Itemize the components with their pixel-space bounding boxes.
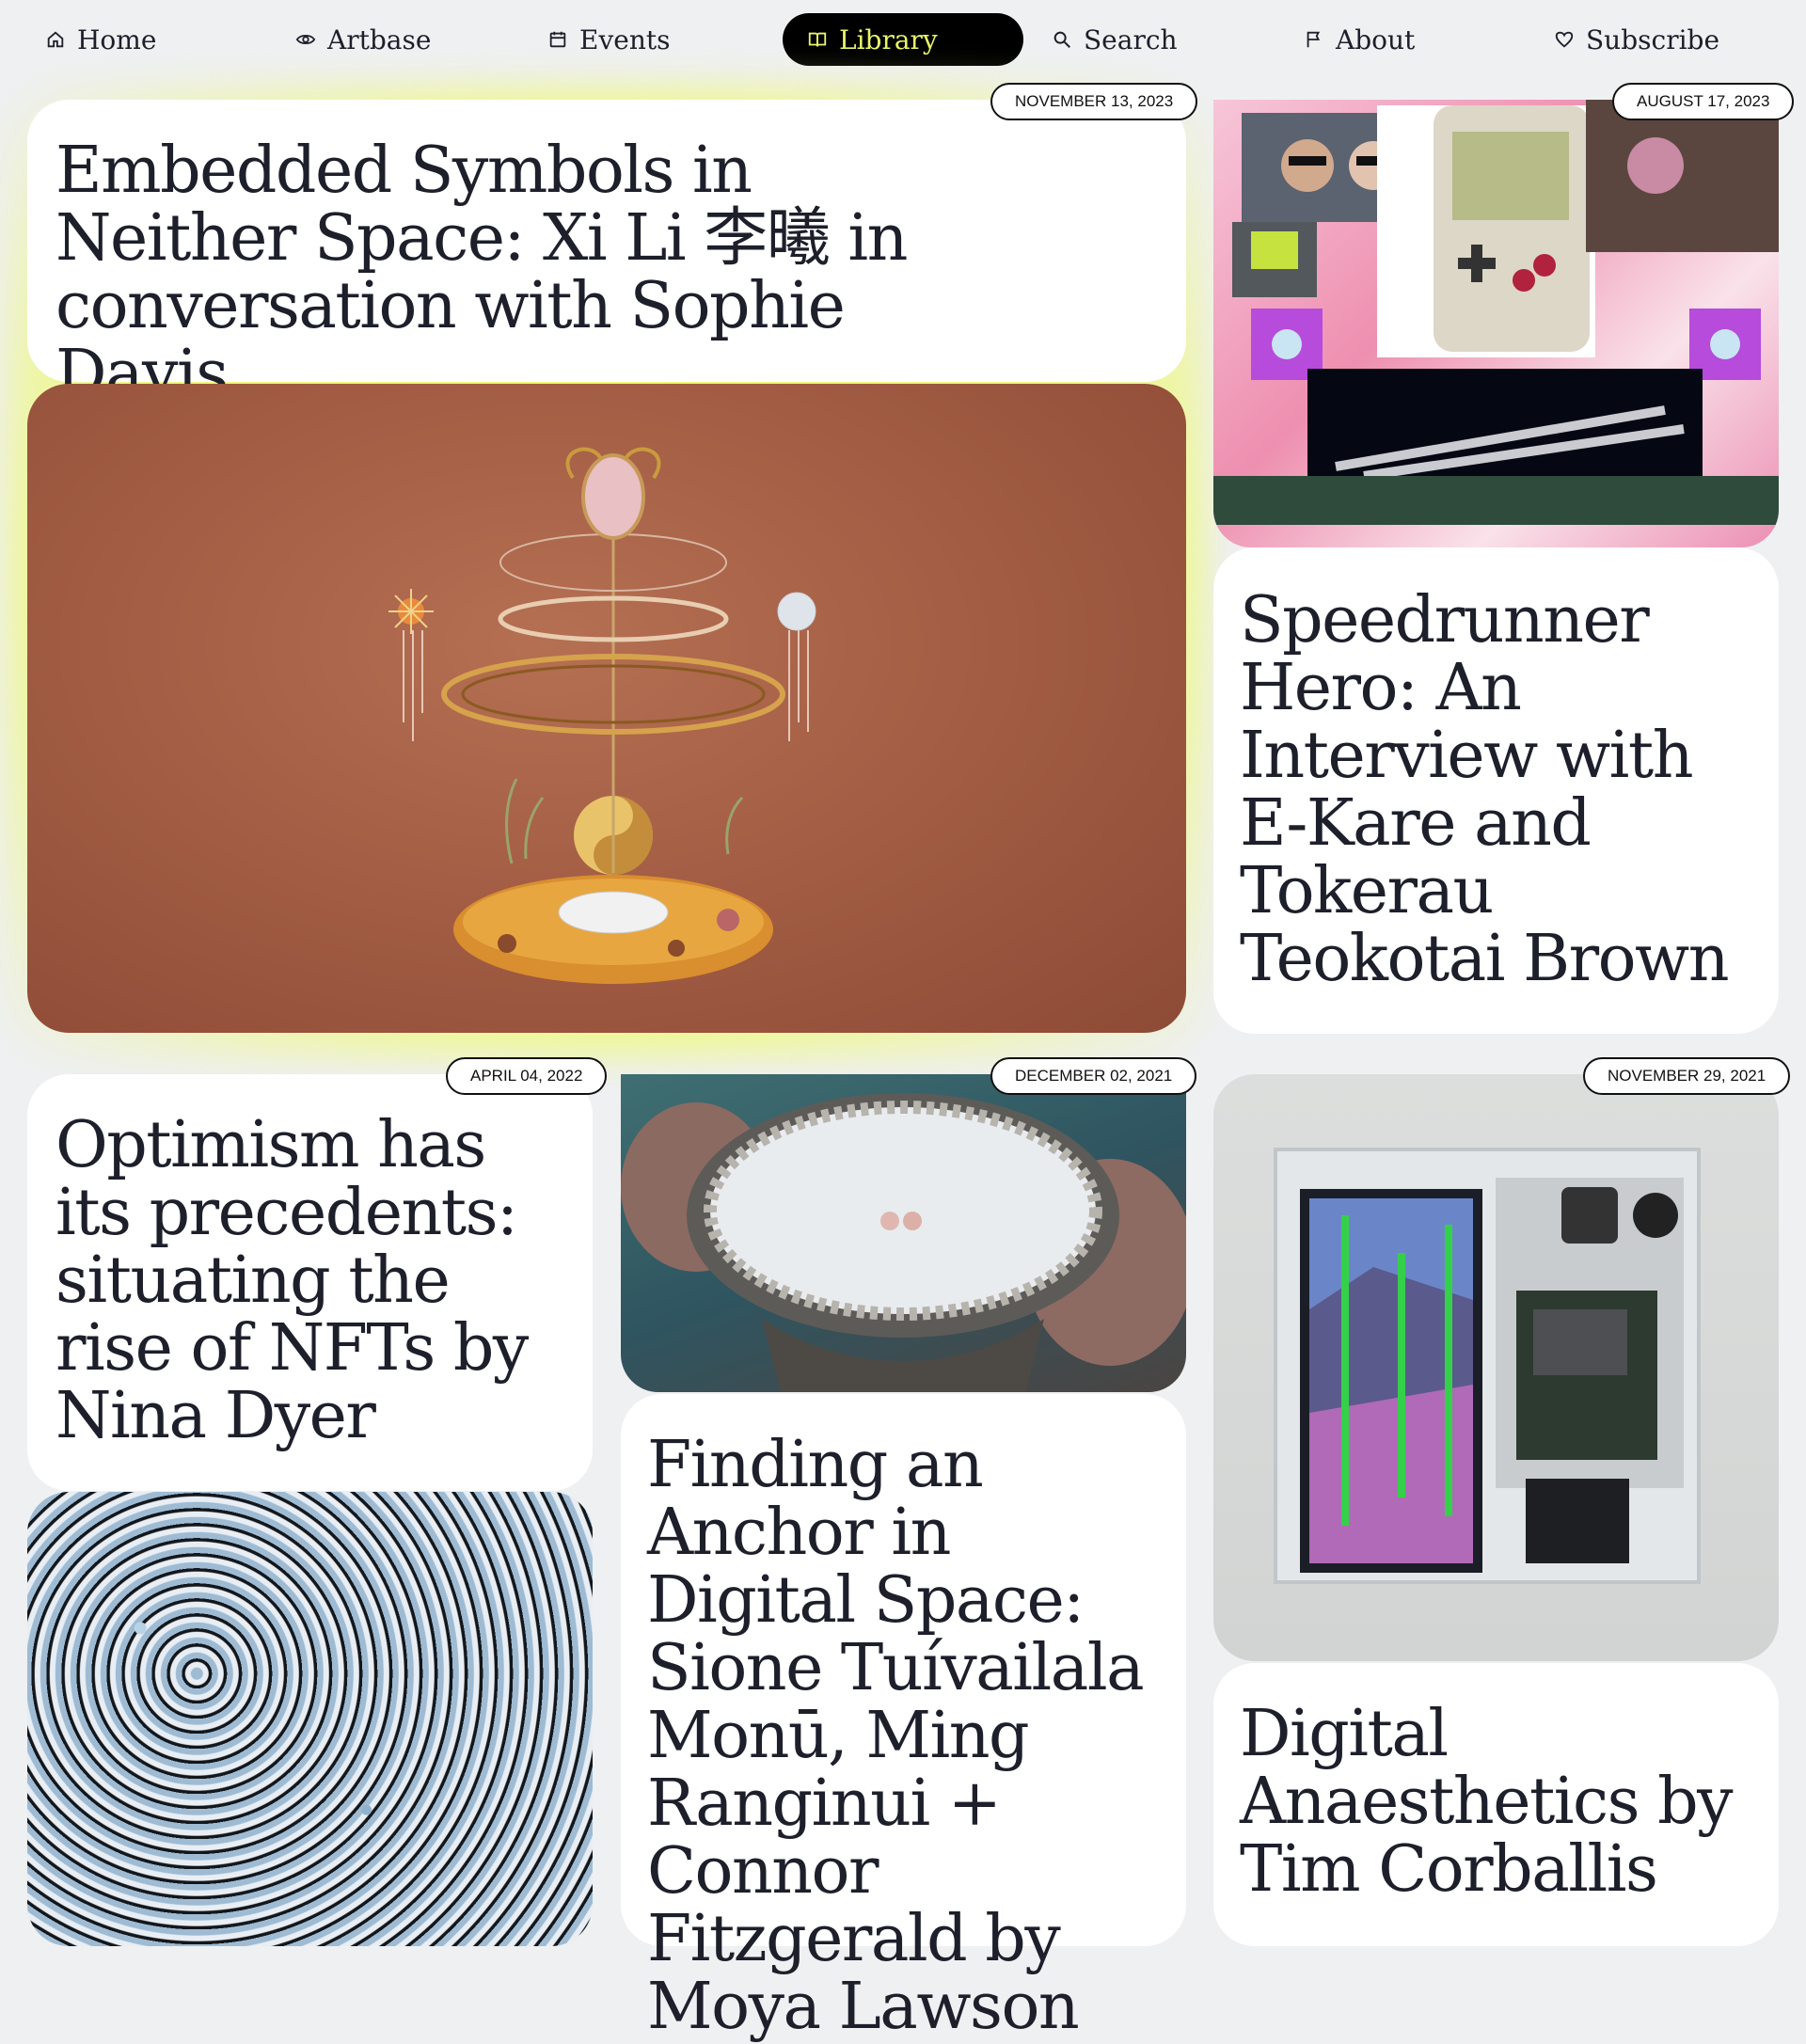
- book-icon: [808, 32, 827, 47]
- article-title: Embedded Symbols in Neither Space: Xi Li…: [55, 134, 908, 411]
- collage-artwork-image: [1213, 100, 1779, 547]
- nav-artbase[interactable]: Artbase: [295, 13, 431, 66]
- nav-label: Home: [77, 24, 157, 55]
- nav-label: Search: [1084, 24, 1178, 55]
- top-navigation: Home Artbase Events Library Search About…: [0, 0, 1806, 77]
- nav-label: Events: [579, 24, 671, 55]
- article-date: AUGUST 17, 2023: [1612, 83, 1795, 120]
- calendar-icon: [549, 31, 566, 48]
- nav-label: Subscribe: [1586, 24, 1720, 55]
- bowl-illustration: [621, 1093, 1186, 1392]
- article-date: NOVEMBER 13, 2023: [990, 83, 1198, 120]
- article-title: Digital Anaesthetics by Tim Corballis: [1240, 1697, 1734, 1907]
- screen-installation-image: [1213, 1074, 1779, 1661]
- sculpture-artwork-image: [27, 384, 1186, 1033]
- nav-label: Library: [839, 24, 938, 55]
- nav-about[interactable]: About: [1304, 13, 1415, 66]
- article-title: Speedrunner Hero: An Interview with E-Ka…: [1240, 583, 1730, 996]
- article-date: NOVEMBER 29, 2021: [1583, 1057, 1791, 1095]
- article-title: Optimism has its precedents: situating t…: [55, 1108, 529, 1453]
- flag-icon: [1307, 31, 1321, 48]
- article-title: Finding an Anchor in Digital Space: Sion…: [647, 1428, 1145, 2044]
- article-date: DECEMBER 02, 2021: [990, 1057, 1197, 1095]
- nav-label: About: [1336, 24, 1416, 55]
- pearls-bowl-image: [621, 1074, 1186, 1392]
- eye-icon: [295, 34, 316, 45]
- nav-label: Artbase: [327, 24, 432, 55]
- nav-events[interactable]: Events: [547, 13, 670, 66]
- heart-icon: [1555, 31, 1574, 48]
- nav-library[interactable]: Library: [783, 13, 1023, 66]
- article-date: APRIL 04, 2022: [446, 1057, 608, 1095]
- home-icon: [47, 31, 64, 48]
- nav-home[interactable]: Home: [45, 13, 156, 66]
- search-icon: [1054, 31, 1070, 48]
- nav-subscribe[interactable]: Subscribe: [1554, 13, 1719, 66]
- nav-search[interactable]: Search: [1052, 13, 1178, 66]
- sculpture-illustration: [388, 447, 816, 984]
- collage-illustration: [1213, 100, 1779, 525]
- installation-illustration: [1274, 1148, 1701, 1584]
- texture-artwork-image: [27, 1492, 593, 1946]
